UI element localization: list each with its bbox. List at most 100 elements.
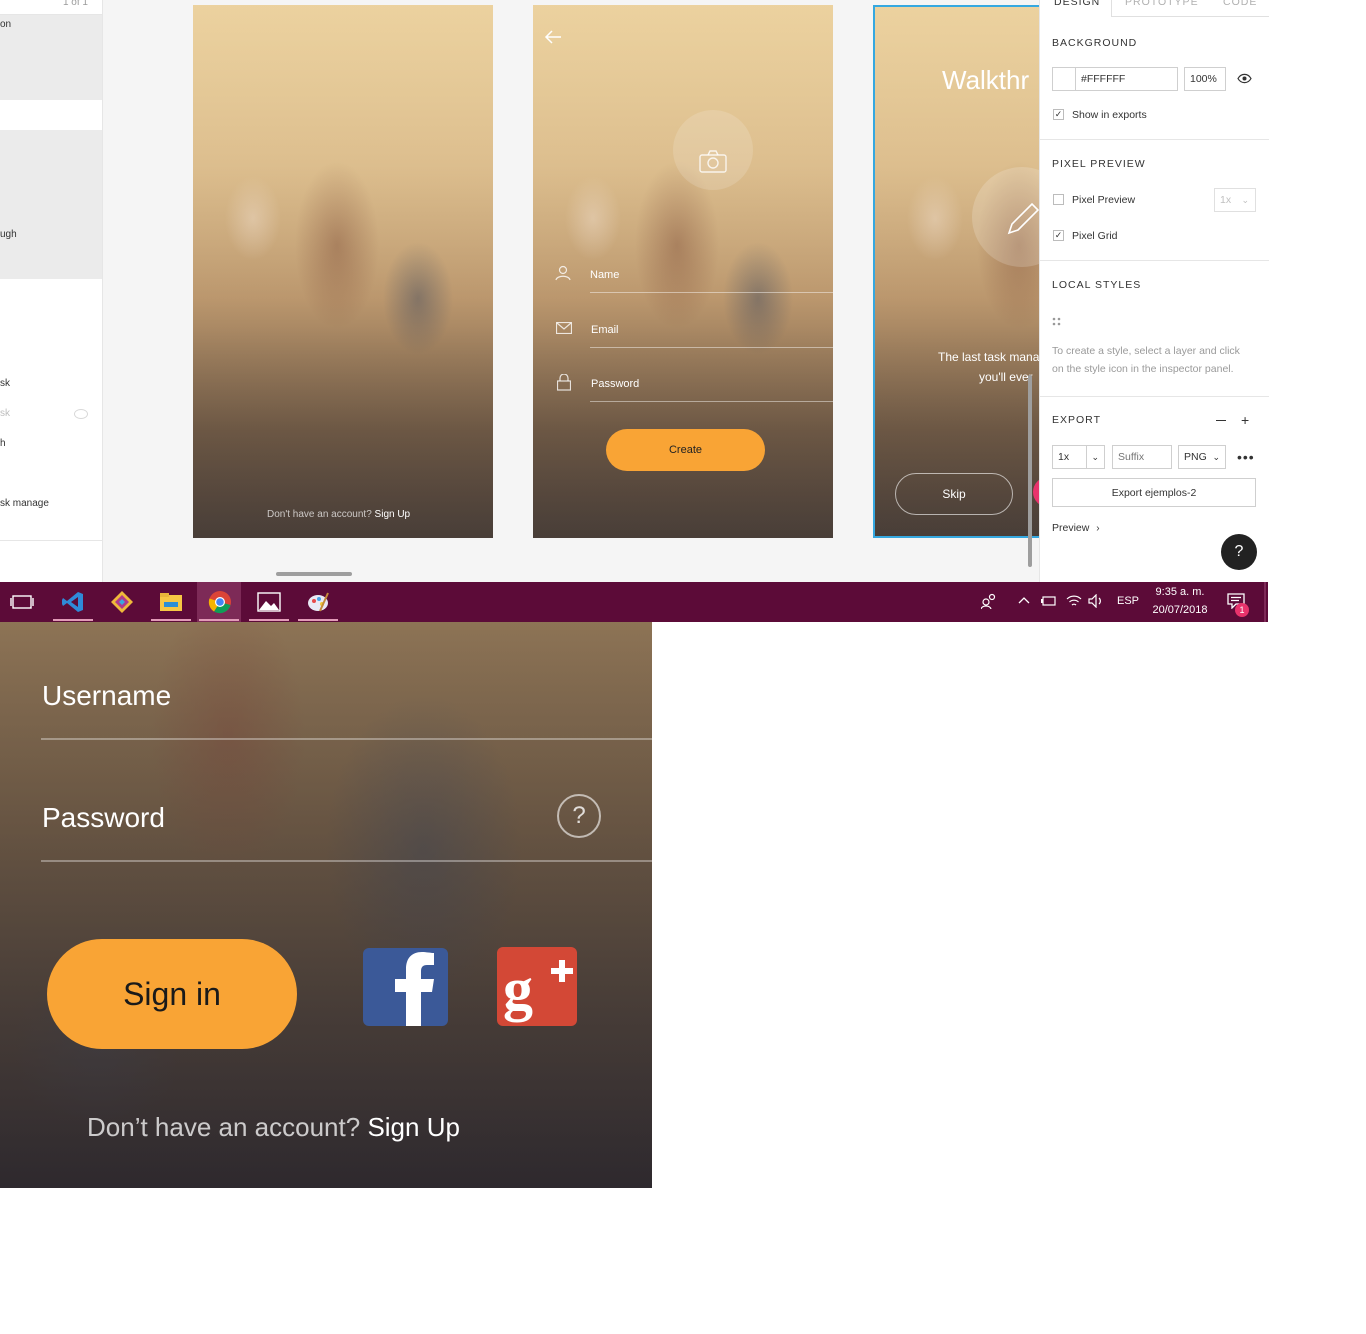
export-button[interactable]: Export ejemplos-2: [1052, 478, 1256, 507]
minus-icon[interactable]: [1216, 420, 1226, 421]
login-footer: Don't have an account? Sign Up: [267, 509, 410, 520]
layer-group[interactable]: [0, 130, 102, 279]
eye-icon[interactable]: [74, 409, 88, 419]
chevron-up-icon[interactable]: [1018, 596, 1030, 604]
footer-prefix: Don't have an account?: [267, 509, 372, 520]
clock-date[interactable]: 20/07/2018: [1150, 604, 1210, 616]
layer-group[interactable]: [0, 15, 102, 100]
facebook-icon: [395, 952, 434, 1026]
running-indicator: [199, 619, 239, 621]
opacity-input[interactable]: 100%: [1184, 67, 1226, 91]
google-plus-login-button[interactable]: g: [497, 947, 577, 1026]
clock-time[interactable]: 9:35 a. m.: [1150, 586, 1210, 598]
chevron-down-icon: ⌄: [1091, 452, 1099, 462]
password-help-icon[interactable]: ?: [557, 794, 601, 838]
sign-in-button[interactable]: Sign in: [47, 939, 297, 1049]
tab-prototype[interactable]: PROTOTYPE: [1125, 0, 1199, 8]
facebook-login-button[interactable]: [363, 948, 448, 1026]
background-section-title: BACKGROUND: [1052, 37, 1138, 49]
vscode-icon[interactable]: [61, 590, 85, 614]
chrome-icon[interactable]: [208, 590, 232, 614]
layer-item[interactable]: sk: [0, 378, 10, 389]
layers-panel: 1 of 1 on ugh sk sk h sk manage: [0, 0, 103, 582]
preview-label: Preview: [1052, 522, 1090, 534]
paint-icon[interactable]: [306, 590, 330, 614]
pixel-preview-checkbox[interactable]: [1053, 194, 1064, 205]
running-indicator: [151, 619, 191, 621]
mail-icon: [556, 322, 572, 334]
wifi-icon[interactable]: [1066, 594, 1082, 608]
tab-code[interactable]: CODE: [1223, 0, 1257, 8]
layer-item[interactable]: sk: [0, 408, 10, 419]
zoomed-login-screen: Username Password ? Sign in g Don’t have…: [0, 622, 652, 1188]
plus-icon[interactable]: +: [1241, 413, 1249, 427]
layer-item[interactable]: on: [0, 19, 11, 30]
scale-value: 1x: [1220, 194, 1232, 206]
skip-button[interactable]: Skip: [895, 473, 1013, 515]
layer-item[interactable]: sk manage: [0, 498, 49, 509]
name-field[interactable]: Name: [590, 269, 619, 281]
pixel-preview-scale-select[interactable]: 1x ⌄: [1214, 188, 1256, 212]
more-options-icon[interactable]: •••: [1237, 449, 1255, 465]
sign-up-link[interactable]: Sign Up: [367, 1112, 460, 1142]
sourcetree-icon[interactable]: [110, 590, 134, 614]
export-scale-select[interactable]: 1x ⌄: [1052, 445, 1105, 469]
show-desktop-button[interactable]: [1264, 582, 1266, 622]
file-explorer-icon[interactable]: [159, 590, 183, 614]
color-swatch[interactable]: [1052, 67, 1076, 91]
lock-icon: [557, 374, 571, 391]
tab-design[interactable]: DESIGN: [1054, 0, 1100, 8]
battery-icon[interactable]: [1041, 595, 1057, 607]
layer-item[interactable]: h: [0, 438, 6, 449]
horizontal-scrollbar[interactable]: [276, 572, 352, 576]
chevron-down-icon: ⌄: [1241, 195, 1249, 205]
notification-badge: 1: [1235, 603, 1249, 617]
artboard-walkthrough[interactable]: Walkthr The last task mana you'll ever S…: [873, 5, 1039, 538]
help-button[interactable]: ?: [1221, 534, 1257, 570]
artboard-login[interactable]: Don't have an account? Sign Up: [193, 5, 493, 538]
show-in-exports-checkbox[interactable]: ✓: [1053, 109, 1064, 120]
photos-icon[interactable]: [257, 590, 281, 614]
pencil-icon: [1007, 202, 1039, 235]
pixel-grid-checkbox[interactable]: ✓: [1053, 230, 1064, 241]
inspector-panel: DESIGN PROTOTYPE CODE BACKGROUND #FFFFFF…: [1039, 0, 1269, 582]
artboard-signup[interactable]: Name Email Password Create: [533, 5, 833, 538]
volume-icon[interactable]: [1088, 594, 1104, 608]
field-underline: [590, 401, 833, 402]
create-button[interactable]: Create: [606, 429, 765, 471]
language-indicator[interactable]: ESP: [1117, 595, 1139, 607]
divider: [1040, 396, 1269, 397]
export-format-select[interactable]: PNG ⌄: [1178, 445, 1226, 469]
password-field[interactable]: Password: [591, 378, 639, 390]
local-styles-hint: To create a style, select a layer and cl…: [1052, 345, 1240, 375]
sign-up-link[interactable]: Sign Up: [375, 509, 411, 520]
footer-prefix: Don’t have an account?: [87, 1112, 361, 1142]
eye-icon[interactable]: [1237, 73, 1252, 84]
login-footer: Don’t have an account? Sign Up: [87, 1112, 460, 1143]
svg-text:g: g: [503, 956, 533, 1022]
user-icon: [555, 265, 571, 281]
back-arrow-icon[interactable]: [543, 29, 563, 45]
vertical-scrollbar[interactable]: [1028, 375, 1032, 567]
walkthrough-tagline: you'll ever: [979, 370, 1033, 384]
email-field[interactable]: Email: [591, 324, 619, 336]
background-color-input[interactable]: #FFFFFF: [1075, 67, 1178, 91]
tab-divider: [1111, 0, 1112, 16]
suffix-input[interactable]: [1112, 445, 1172, 469]
design-canvas[interactable]: Don't have an account? Sign Up Name Emai…: [103, 0, 1039, 582]
taskbar: ESP 9:35 a. m. 20/07/2018 1: [0, 582, 1268, 622]
layer-item[interactable]: ugh: [0, 229, 17, 240]
password-field[interactable]: Password: [42, 802, 165, 834]
field-underline: [41, 860, 652, 862]
pixel-preview-label: Pixel Preview: [1072, 194, 1136, 206]
field-underline: [41, 738, 652, 740]
divider: [0, 540, 102, 541]
divider: [1040, 139, 1269, 140]
username-field[interactable]: Username: [42, 680, 171, 712]
task-view-icon[interactable]: [10, 590, 34, 614]
field-underline: [590, 347, 833, 348]
running-indicator: [249, 619, 289, 621]
people-icon[interactable]: [981, 593, 997, 609]
layers-counter: 1 of 1: [62, 0, 88, 8]
preview-link[interactable]: Preview ›: [1052, 522, 1100, 534]
